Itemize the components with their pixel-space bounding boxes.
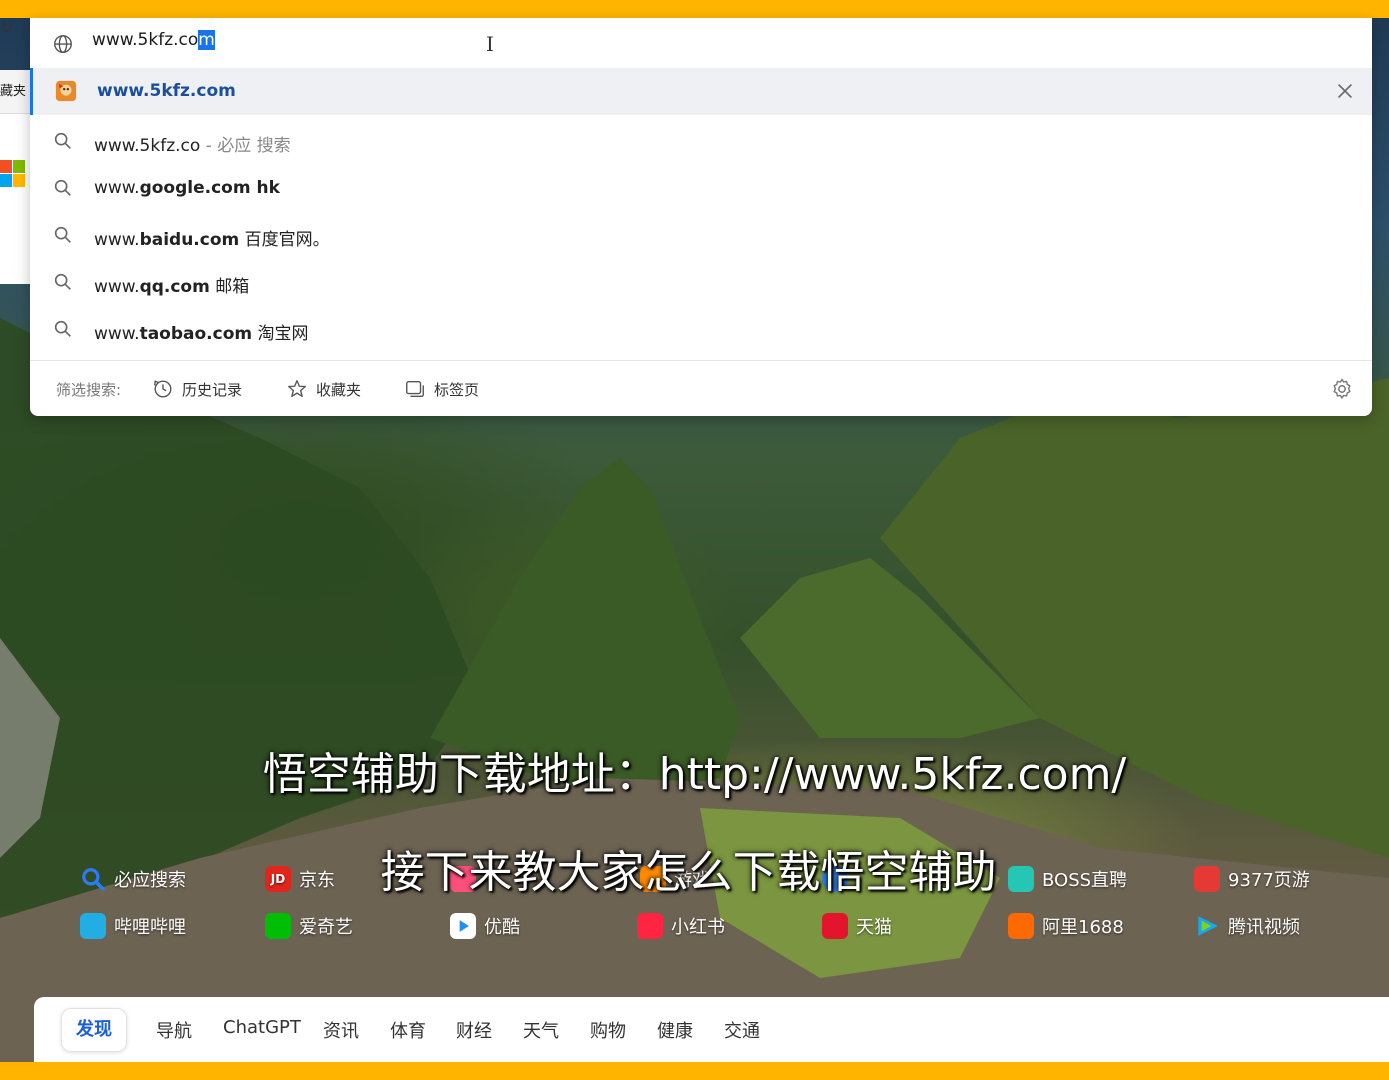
quick-link-xiaohongshu[interactable]: 小红书: [637, 911, 725, 941]
tabs-icon: [406, 380, 424, 398]
tab-health[interactable]: 健康: [657, 1017, 693, 1043]
youku-icon: [450, 913, 476, 939]
reload-icon[interactable]: ↻: [0, 18, 13, 37]
quick-link-bilibili[interactable]: 哔哩哔哩: [80, 911, 186, 941]
tmall-icon: [822, 913, 848, 939]
suggestion-site-5kfz[interactable]: www.5kfz.com: [30, 68, 1372, 115]
suggestion-completion: google.com hk: [139, 178, 280, 198]
tab-news[interactable]: 资讯: [323, 1017, 359, 1043]
filter-history-label: 历史记录: [182, 380, 243, 399]
suggestion-text: www.baidu.com 百度官网。: [94, 225, 330, 250]
suggestion-prefix: www.: [94, 277, 140, 297]
caption-download-url: 悟空辅助下载地址：http://www.5kfz.com/: [262, 749, 1127, 800]
filter-favorites-label: 收藏夹: [316, 380, 362, 399]
history-icon: [154, 380, 172, 398]
suggestion-suffix: 淘宝网: [252, 324, 309, 344]
suggestion-text: www.qq.com 邮箱: [94, 272, 249, 297]
quick-link-label: 优酷: [484, 917, 520, 938]
filter-tabs-button[interactable]: 标签页: [404, 375, 479, 403]
site-favicon-icon: [55, 80, 77, 102]
search-icon: [54, 132, 71, 149]
filter-history-button[interactable]: 历史记录: [152, 375, 242, 403]
filter-tabs-label: 标签页: [434, 380, 480, 399]
suggestion-engine: - 必应 搜索: [200, 136, 291, 156]
tab-navigation[interactable]: 导航: [156, 1017, 192, 1043]
1688-icon: [1008, 913, 1034, 939]
quick-link-label: 哔哩哔哩: [114, 917, 186, 938]
quick-link-label: 阿里1688: [1042, 917, 1124, 938]
quick-link-youku[interactable]: 优酷: [450, 911, 520, 941]
page-background-strip: [0, 114, 30, 284]
quick-link-tencent-video[interactable]: 腾讯视频: [1194, 911, 1300, 941]
microsoft-logo-icon: [0, 160, 26, 188]
search-icon: [54, 226, 71, 243]
filter-label: 筛选搜索:: [56, 381, 122, 399]
suggestion-text: www.google.com hk: [94, 178, 280, 198]
tab-weather[interactable]: 天气: [523, 1017, 559, 1043]
url-input[interactable]: www.5kfz.com: [92, 30, 1342, 58]
search-filter-bar: 筛选搜索: 历史记录 收藏夹 标签页: [30, 360, 1372, 416]
xiaohongshu-icon: [637, 913, 663, 939]
address-bar[interactable]: www.5kfz.com I: [30, 18, 1372, 68]
url-autocomplete-selection: m: [198, 30, 215, 50]
suggestion-query: www.5kfz.co: [94, 136, 201, 156]
address-bar-dropdown: www.5kfz.com I www.5kfz.com www.5kfz.co …: [30, 18, 1372, 416]
suggestion-prefix: www.: [94, 230, 140, 250]
suggestion-taobao[interactable]: www.taobao.com 淘宝网: [30, 306, 1372, 353]
search-icon: [54, 179, 71, 196]
tab-chatgpt[interactable]: ChatGPT: [223, 1017, 301, 1038]
suggestion-qq[interactable]: www.qq.com 邮箱: [30, 259, 1372, 306]
text-cursor-icon: I: [486, 32, 494, 56]
suggestion-completion: taobao.com: [139, 324, 253, 344]
quick-link-label: 天猫: [856, 917, 892, 938]
suggestion-suffix: 邮箱: [209, 277, 250, 297]
suggestion-text: www.5kfz.co - 必应 搜索: [94, 131, 291, 156]
tab-finance[interactable]: 财经: [456, 1017, 492, 1043]
top-border: [0, 0, 1389, 18]
quick-link-label: 腾讯视频: [1228, 917, 1300, 938]
suggestion-completion: baidu.com: [139, 230, 240, 250]
quick-link-iqiyi[interactable]: 爱奇艺: [265, 911, 353, 941]
quick-link-label: 小红书: [671, 917, 725, 938]
suggestion-suffix: 百度官网。: [239, 230, 330, 250]
search-icon: [54, 320, 71, 337]
tencent-video-icon: [1194, 913, 1220, 939]
suggestion-prefix: www.: [94, 178, 140, 198]
bottom-border: [0, 1062, 1389, 1080]
favorites-label[interactable]: 藏夹: [0, 80, 26, 99]
tab-shopping[interactable]: 购物: [590, 1017, 626, 1043]
quick-link-tmall[interactable]: 天猫: [822, 911, 892, 941]
suggestion-text: www.5kfz.com: [97, 81, 236, 101]
search-icon: [54, 273, 71, 290]
filter-favorites-button[interactable]: 收藏夹: [286, 375, 361, 403]
tab-discover[interactable]: 发现: [61, 1008, 127, 1052]
quick-link-1688[interactable]: 阿里1688: [1008, 911, 1124, 941]
suggestion-google[interactable]: www.google.com hk: [30, 165, 1372, 212]
feed-tab-bar: 发现 导航 ChatGPT 资讯 体育 财经 天气 购物 健康 交通: [34, 997, 1389, 1062]
tab-sports[interactable]: 体育: [390, 1017, 426, 1043]
url-typed-text: www.5kfz.co: [92, 30, 199, 50]
suggestion-completion: qq.com: [139, 277, 210, 297]
caption-instruction: 接下来教大家怎么下载悟空辅助: [380, 847, 997, 898]
quick-link-label: 爱奇艺: [299, 917, 353, 938]
star-icon: [288, 380, 306, 398]
gear-icon[interactable]: [1330, 377, 1354, 401]
suggestion-baidu[interactable]: www.baidu.com 百度官网。: [30, 212, 1372, 259]
iqiyi-icon: [265, 913, 291, 939]
globe-icon: [54, 35, 72, 53]
close-icon[interactable]: [1334, 80, 1356, 102]
tab-traffic[interactable]: 交通: [724, 1017, 760, 1043]
suggestion-prefix: www.: [94, 324, 140, 344]
suggestion-text: www.taobao.com 淘宝网: [94, 319, 309, 344]
suggestion-bing-search[interactable]: www.5kfz.co - 必应 搜索: [30, 118, 1372, 165]
bilibili-icon: [80, 913, 106, 939]
